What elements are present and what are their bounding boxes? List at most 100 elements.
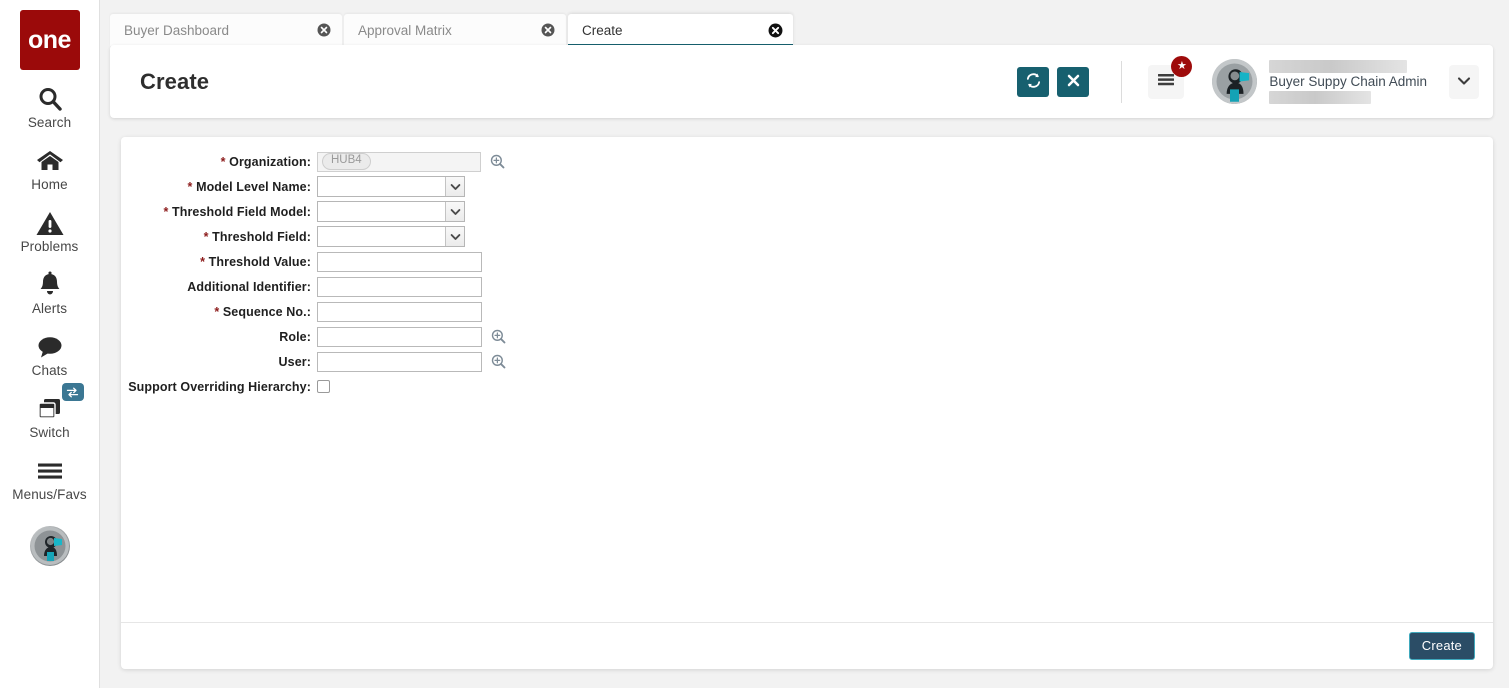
magnifier-plus-icon[interactable]	[491, 329, 506, 344]
home-icon	[35, 146, 65, 176]
label-text: Threshold Field	[212, 229, 307, 244]
sidebar-item-label: Chats	[31, 363, 68, 378]
field-control	[317, 380, 330, 393]
required-asterisk: *	[200, 254, 206, 269]
user-avatar-icon	[1212, 59, 1258, 104]
magnifier-plus-icon[interactable]	[490, 154, 505, 169]
close-page-button[interactable]	[1057, 66, 1090, 97]
form-row-role: Role:	[121, 324, 1493, 349]
field-control	[317, 276, 482, 297]
sequence-no-input[interactable]	[317, 301, 482, 322]
close-circle-icon[interactable]	[540, 22, 556, 38]
form-body: * Organization: HUB4 * Model Level Name:…	[121, 137, 1493, 622]
form-row-support-overriding-hierarchy: Support Overriding Hierarchy:	[121, 374, 1493, 399]
field-control: HUB4	[317, 151, 505, 172]
form-footer: Create	[121, 622, 1493, 669]
required-asterisk: *	[214, 304, 220, 319]
exchange-arrows-icon[interactable]	[61, 383, 84, 401]
form-row-additional-identifier: Additional Identifier:	[121, 274, 1493, 299]
sidebar-item-alerts[interactable]: Alerts	[0, 256, 100, 318]
sidebar-item-search[interactable]: Search	[0, 70, 100, 132]
user-info[interactable]: Buyer Suppy Chain Admin	[1269, 59, 1427, 104]
required-asterisk: *	[187, 179, 193, 194]
tab-bar: Buyer Dashboard Approval Matrix Create	[110, 14, 795, 46]
magnifier-plus-icon[interactable]	[491, 354, 506, 369]
sidebar-item-menus-favs[interactable]: Menus/Favs	[0, 442, 100, 504]
tab-approval-matrix[interactable]: Approval Matrix	[344, 14, 566, 46]
create-button[interactable]: Create	[1408, 632, 1475, 660]
warning-triangle-icon	[35, 208, 65, 238]
field-label-model-level-name: * Model Level Name:	[187, 179, 311, 194]
model-level-name-select[interactable]	[317, 176, 465, 197]
close-circle-icon[interactable]	[767, 22, 783, 38]
left-sidebar: one Search Home Problems Alerts Chats Sw…	[0, 0, 100, 688]
sidebar-item-problems[interactable]: Problems	[0, 194, 100, 256]
field-label-additional-identifier: Additional Identifier:	[187, 279, 311, 294]
additional-identifier-input[interactable]	[317, 276, 482, 297]
label-text: Threshold Field Model	[171, 204, 307, 219]
redacted-bar-bottom	[1269, 90, 1372, 104]
redacted-bar-top	[1269, 59, 1408, 73]
form-row-threshold-value: * Threshold Value:	[121, 249, 1493, 274]
refresh-icon	[1025, 72, 1042, 92]
close-circle-icon[interactable]	[316, 22, 332, 38]
field-label-threshold-value: * Threshold Value:	[200, 254, 311, 269]
threshold-field-model-select[interactable]	[317, 201, 465, 222]
required-asterisk: *	[203, 229, 209, 244]
threshold-field-select[interactable]	[317, 226, 465, 247]
windows-stack-icon	[35, 394, 65, 424]
tab-label: Buyer Dashboard	[124, 22, 230, 38]
role-input[interactable]	[317, 326, 482, 347]
close-x-icon	[1066, 73, 1081, 91]
user-input[interactable]	[317, 351, 482, 372]
form-row-user: User:	[121, 349, 1493, 374]
sidebar-item-label: Home	[31, 177, 68, 192]
create-form-card: * Organization: HUB4 * Model Level Name:…	[121, 137, 1493, 669]
app-window: one Search Home Problems Alerts Chats Sw…	[0, 0, 1509, 688]
required-asterisk: *	[163, 204, 169, 219]
sidebar-item-label: Menus/Favs	[12, 487, 87, 502]
field-control	[317, 301, 482, 322]
field-control	[317, 251, 482, 272]
sidebar-item-chats[interactable]: Chats	[0, 318, 100, 380]
sidebar-item-label: Search	[27, 115, 72, 130]
tab-buyer-dashboard[interactable]: Buyer Dashboard	[110, 14, 342, 46]
form-row-organization: * Organization: HUB4	[121, 149, 1493, 174]
label-text: Model Level Name	[196, 179, 307, 194]
label-text: Sequence No.	[222, 304, 307, 319]
sidebar-item-label: Problems	[20, 239, 79, 254]
support-overriding-hierarchy-checkbox[interactable]	[317, 380, 330, 393]
organization-token: HUB4	[322, 153, 371, 170]
favorites-menu-button[interactable]: ★	[1148, 55, 1193, 99]
page-title: Create	[140, 68, 210, 94]
hamburger-icon	[1156, 72, 1176, 92]
header-actions: ★ Buyer Suppy Chain Admin	[1009, 45, 1493, 118]
user-menu-dropdown[interactable]	[1449, 64, 1479, 99]
label-text: Threshold Value	[208, 254, 307, 269]
hamburger-icon	[35, 456, 65, 486]
refresh-button[interactable]	[1017, 66, 1050, 97]
field-control	[317, 351, 506, 372]
sidebar-user-avatar[interactable]	[29, 526, 70, 566]
brand-logo[interactable]: one	[19, 10, 80, 70]
brand-logo-text: one	[28, 25, 71, 54]
tab-label: Create	[582, 22, 623, 38]
field-label-role: Role:	[279, 329, 311, 344]
header-user-avatar[interactable]	[1212, 59, 1258, 104]
form-row-threshold-field: * Threshold Field:	[121, 224, 1493, 249]
tab-label: Approval Matrix	[358, 22, 452, 38]
form-row-threshold-field-model: * Threshold Field Model:	[121, 199, 1493, 224]
threshold-value-input[interactable]	[317, 251, 482, 272]
field-control	[317, 226, 465, 247]
sidebar-item-label: Switch	[29, 425, 70, 440]
form-row-sequence-no: * Sequence No.:	[121, 299, 1493, 324]
field-label-threshold-field-model: * Threshold Field Model:	[163, 204, 311, 219]
chevron-down-icon	[445, 177, 464, 196]
tab-create[interactable]: Create	[568, 14, 793, 46]
sidebar-item-home[interactable]: Home	[0, 132, 100, 194]
chat-bubble-icon	[35, 332, 65, 362]
sidebar-item-switch[interactable]: Switch	[0, 380, 100, 442]
organization-field[interactable]: HUB4	[317, 151, 481, 172]
field-label-support-overriding-hierarchy: Support Overriding Hierarchy:	[128, 379, 311, 394]
search-icon	[36, 84, 64, 114]
